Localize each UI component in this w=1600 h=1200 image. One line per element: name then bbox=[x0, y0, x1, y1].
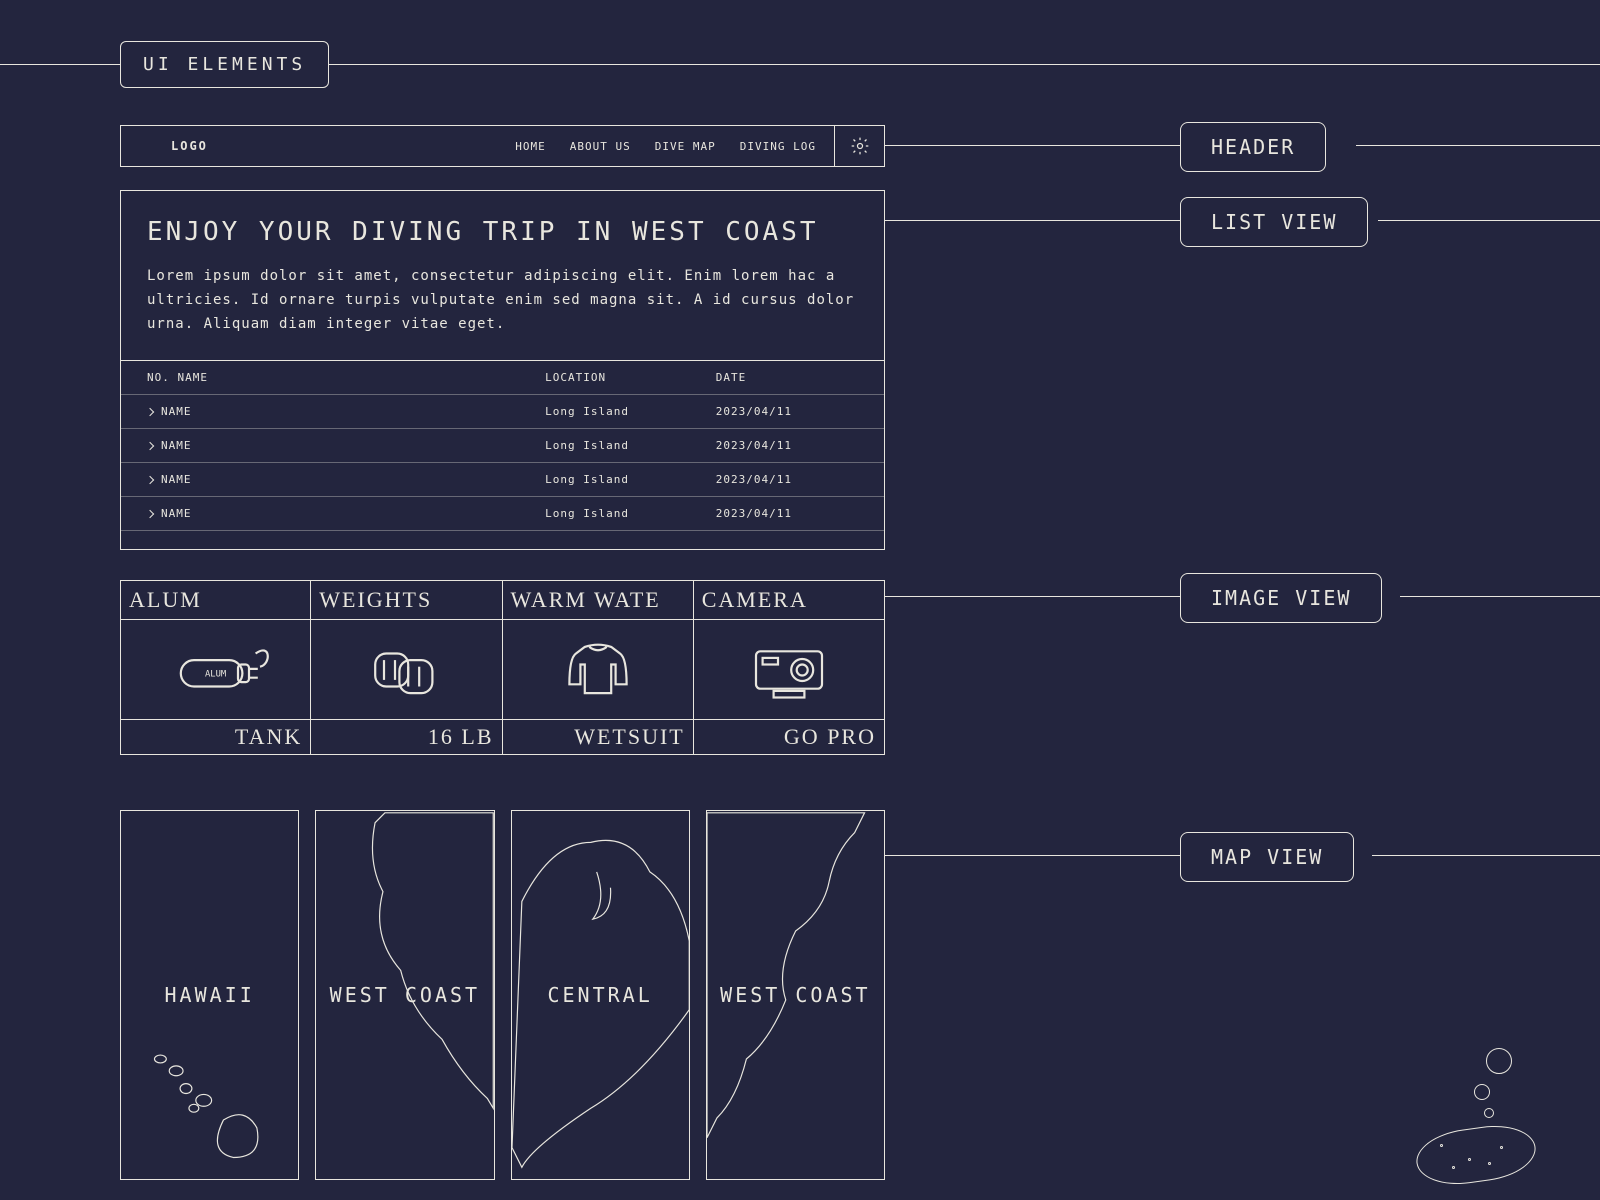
row-location: Long Island bbox=[545, 473, 716, 486]
map-label: HAWAII bbox=[165, 983, 255, 1007]
chevron-right-icon bbox=[146, 408, 154, 416]
section-label-map: MAP VIEW bbox=[1180, 832, 1354, 882]
dot-icon bbox=[1468, 1158, 1471, 1161]
connector-line bbox=[885, 145, 1180, 146]
card-top-label: CAMERA bbox=[694, 581, 884, 620]
nav: HOME ABOUT US DIVE MAP DIVING LOG bbox=[515, 140, 816, 153]
logo[interactable]: LOGO bbox=[171, 139, 208, 153]
dot-icon bbox=[1488, 1162, 1491, 1165]
gear-card-camera[interactable]: CAMERA GO PRO bbox=[693, 580, 885, 755]
chevron-right-icon bbox=[146, 476, 154, 484]
row-name: NAME bbox=[161, 439, 192, 452]
map-card-east-coast[interactable]: WEST COAST bbox=[706, 810, 885, 1180]
map-card-west-coast[interactable]: WEST COAST bbox=[315, 810, 494, 1180]
map-view-demo: HAWAII WEST COAST CENTRAL WEST COAST bbox=[120, 810, 885, 1180]
chevron-right-icon bbox=[146, 510, 154, 518]
map-card-central[interactable]: CENTRAL bbox=[511, 810, 690, 1180]
weights-icon bbox=[351, 630, 461, 710]
row-date: 2023/04/11 bbox=[716, 439, 858, 452]
sponge-icon bbox=[1413, 1120, 1539, 1190]
table-row[interactable]: NAME Long Island 2023/04/11 bbox=[121, 395, 884, 429]
connector-line bbox=[885, 220, 1180, 221]
card-bot-label: WETSUIT bbox=[503, 719, 693, 754]
section-label-header: HEADER bbox=[1180, 122, 1326, 172]
list-body: Lorem ipsum dolor sit amet, consectetur … bbox=[147, 265, 858, 336]
image-view-demo: ALUM ALUM TANK WEIGHTS 16 LB WARM WATE W… bbox=[120, 580, 885, 755]
row-name: NAME bbox=[161, 405, 192, 418]
gear-card-tank[interactable]: ALUM ALUM TANK bbox=[120, 580, 311, 755]
dot-icon bbox=[1452, 1166, 1455, 1169]
camera-icon bbox=[734, 630, 844, 710]
row-date: 2023/04/11 bbox=[716, 507, 858, 520]
row-location: Long Island bbox=[545, 439, 716, 452]
header-demo: LOGO HOME ABOUT US DIVE MAP DIVING LOG bbox=[120, 125, 885, 167]
map-label: CENTRAL bbox=[547, 983, 652, 1007]
col-date: DATE bbox=[716, 371, 858, 384]
connector-line bbox=[885, 855, 1180, 856]
svg-text:ALUM: ALUM bbox=[205, 669, 226, 679]
row-location: Long Island bbox=[545, 507, 716, 520]
connector-line bbox=[1400, 596, 1600, 597]
nav-dive-map[interactable]: DIVE MAP bbox=[655, 140, 716, 153]
nav-home[interactable]: HOME bbox=[515, 140, 546, 153]
row-name: NAME bbox=[161, 473, 192, 486]
section-label-list: LIST VIEW bbox=[1180, 197, 1368, 247]
row-name: NAME bbox=[161, 507, 192, 520]
table-header-row: NO. NAME LOCATION DATE bbox=[121, 361, 884, 395]
table-row[interactable]: NAME Long Island 2023/04/11 bbox=[121, 497, 884, 531]
gear-card-wetsuit[interactable]: WARM WATE WETSUIT bbox=[502, 580, 694, 755]
tank-icon: ALUM bbox=[161, 630, 271, 710]
col-location: LOCATION bbox=[545, 371, 716, 384]
bubble-icon bbox=[1484, 1108, 1494, 1118]
nav-about[interactable]: ABOUT US bbox=[570, 140, 631, 153]
connector-line bbox=[1378, 220, 1600, 221]
card-bot-label: GO PRO bbox=[694, 719, 884, 754]
table-row[interactable]: NAME Long Island 2023/04/11 bbox=[121, 463, 884, 497]
map-label: WEST COAST bbox=[720, 983, 870, 1007]
row-date: 2023/04/11 bbox=[716, 473, 858, 486]
row-date: 2023/04/11 bbox=[716, 405, 858, 418]
table-row[interactable]: NAME Long Island 2023/04/11 bbox=[121, 429, 884, 463]
map-card-hawaii[interactable]: HAWAII bbox=[120, 810, 299, 1180]
bubble-icon bbox=[1486, 1048, 1512, 1074]
nav-diving-log[interactable]: DIVING LOG bbox=[740, 140, 816, 153]
card-bot-label: 16 LB bbox=[311, 719, 501, 754]
bubble-icon bbox=[1474, 1084, 1490, 1100]
list-view-demo: ENJOY YOUR DIVING TRIP IN WEST COAST Lor… bbox=[120, 190, 885, 550]
list-title: ENJOY YOUR DIVING TRIP IN WEST COAST bbox=[147, 217, 858, 247]
settings-button[interactable] bbox=[834, 126, 884, 166]
card-top-label: WARM WATE bbox=[503, 581, 693, 620]
connector-line bbox=[885, 596, 1180, 597]
connector-line bbox=[1356, 145, 1600, 146]
dot-icon bbox=[1500, 1146, 1503, 1149]
gear-icon bbox=[850, 136, 870, 156]
card-top-label: ALUM bbox=[121, 581, 310, 620]
col-no-name: NO. NAME bbox=[147, 371, 545, 384]
map-label: WEST COAST bbox=[330, 983, 480, 1007]
wetsuit-icon bbox=[543, 630, 653, 710]
gear-card-weights[interactable]: WEIGHTS 16 LB bbox=[310, 580, 502, 755]
page-title-chip: UI ELEMENTS bbox=[120, 41, 329, 88]
dot-icon bbox=[1440, 1144, 1443, 1147]
section-label-image: IMAGE VIEW bbox=[1180, 573, 1382, 623]
row-location: Long Island bbox=[545, 405, 716, 418]
card-top-label: WEIGHTS bbox=[311, 581, 501, 620]
list-table: NO. NAME LOCATION DATE NAME Long Island … bbox=[121, 360, 884, 549]
chevron-right-icon bbox=[146, 442, 154, 450]
card-bot-label: TANK bbox=[121, 719, 310, 754]
connector-line bbox=[1372, 855, 1600, 856]
